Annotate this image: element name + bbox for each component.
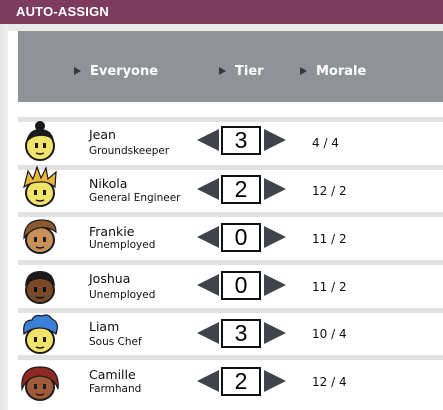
row-divider <box>18 260 443 265</box>
duplicant-name: Frankie <box>89 224 135 239</box>
morale-value: 11 / 2 <box>312 232 347 246</box>
frankie-portrait-icon <box>23 219 57 254</box>
duplicant-row: Jean Groundskeeper 3 4 / 4 <box>18 117 443 161</box>
tier-value: 2 <box>221 367 261 396</box>
tier-value: 3 <box>221 319 261 348</box>
duplicant-name: Joshua <box>89 271 131 286</box>
sort-arrow-icon <box>219 67 226 75</box>
tier-increase-button[interactable] <box>264 322 286 344</box>
row-divider <box>18 308 443 313</box>
sort-everyone-button[interactable]: Everyone <box>74 63 159 79</box>
sort-tier-button[interactable]: Tier <box>219 63 264 79</box>
sort-morale-button[interactable]: Morale <box>300 63 367 79</box>
row-divider <box>18 212 443 217</box>
tier-increase-button[interactable] <box>264 274 286 296</box>
duplicant-name: Nikola <box>89 176 128 191</box>
nikola-portrait-icon <box>23 165 57 207</box>
tier-decrease-button[interactable] <box>197 322 219 344</box>
tier-value: 0 <box>221 223 261 252</box>
duplicant-job: General Engineer <box>89 192 181 204</box>
duplicant-row: Liam Sous Chef 3 10 / 4 <box>18 308 443 354</box>
joshua-portrait-icon <box>25 271 55 304</box>
column-label-tier: Tier <box>235 63 264 79</box>
tier-decrease-button[interactable] <box>197 226 219 248</box>
window-title: AUTO-ASSIGN <box>0 0 443 24</box>
tier-value: 3 <box>221 126 261 155</box>
tier-increase-button[interactable] <box>264 178 286 200</box>
duplicant-name: Camille <box>89 367 136 382</box>
morale-value: 12 / 4 <box>312 375 347 389</box>
tier-decrease-button[interactable] <box>197 274 219 296</box>
duplicant-row: Camille Farmhand 2 12 / 4 <box>18 355 443 401</box>
camille-portrait-icon <box>21 366 59 401</box>
column-label-morale: Morale <box>316 63 367 79</box>
tier-value: 0 <box>221 271 261 300</box>
sort-arrow-icon <box>74 67 81 75</box>
morale-value: 12 / 2 <box>312 184 347 198</box>
panel-left-edge <box>0 24 8 410</box>
row-divider <box>18 165 443 170</box>
tier-decrease-button[interactable] <box>197 129 219 151</box>
duplicant-job: Unemployed <box>89 289 156 301</box>
duplicant-job: Sous Chef <box>89 336 142 348</box>
row-divider <box>18 355 443 360</box>
liam-portrait-icon <box>23 314 58 354</box>
duplicant-row: Frankie Unemployed 0 11 / 2 <box>18 212 443 254</box>
row-divider <box>18 117 443 122</box>
tier-decrease-button[interactable] <box>197 178 219 200</box>
duplicant-row: Nikola General Engineer 2 12 / 2 <box>18 165 443 207</box>
tier-increase-button[interactable] <box>264 226 286 248</box>
duplicant-job: Groundskeeper <box>89 145 170 157</box>
duplicant-job: Unemployed <box>89 239 156 251</box>
tier-decrease-button[interactable] <box>197 370 219 392</box>
duplicant-name: Jean <box>89 127 116 142</box>
jean-portrait-icon <box>25 121 55 161</box>
duplicant-row: Joshua Unemployed 0 11 / 2 <box>18 260 443 304</box>
panel-top-edge <box>8 24 443 31</box>
column-label-everyone: Everyone <box>90 63 159 79</box>
duplicant-job: Farmhand <box>89 383 142 395</box>
morale-value: 10 / 4 <box>312 327 347 341</box>
duplicant-name: Liam <box>89 319 120 334</box>
morale-value: 11 / 2 <box>312 280 347 294</box>
morale-value: 4 / 4 <box>312 136 339 150</box>
tier-increase-button[interactable] <box>264 129 286 151</box>
sort-arrow-icon <box>300 67 307 75</box>
tier-value: 2 <box>221 175 261 204</box>
tier-increase-button[interactable] <box>264 370 286 392</box>
